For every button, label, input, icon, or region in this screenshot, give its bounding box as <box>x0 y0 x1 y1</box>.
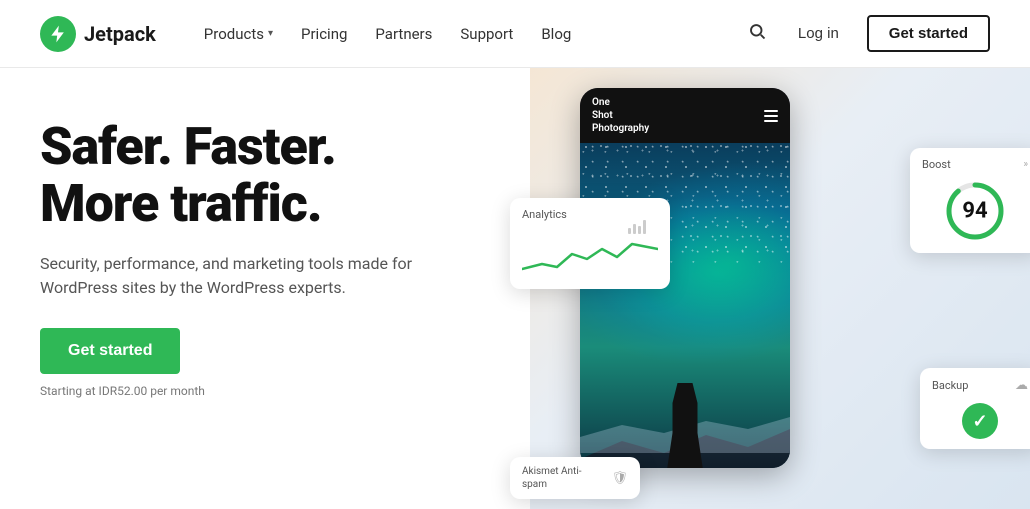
logo-icon <box>40 16 76 52</box>
get-started-nav-button[interactable]: Get started <box>867 15 990 52</box>
login-button[interactable]: Log in <box>786 17 851 50</box>
boost-title: Boost <box>922 158 951 171</box>
hero-right: One Shot Photography <box>520 68 1030 509</box>
search-button[interactable] <box>744 18 770 49</box>
analytics-sparkline <box>522 229 658 279</box>
chevron-down-icon: ▾ <box>268 28 273 39</box>
hero-left: Safer. Faster. More traffic. Security, p… <box>0 68 520 509</box>
hero-heading: Safer. Faster. More traffic. <box>40 118 480 232</box>
phone-top-bar: One Shot Photography <box>580 88 790 143</box>
search-icon <box>748 22 766 40</box>
nav-links: Products ▾ Pricing Partners Support Blog <box>192 17 744 51</box>
akismet-card: Akismet Anti- spam 🛡 <box>510 457 640 499</box>
backup-title: Backup <box>932 379 968 392</box>
nav-right: Log in Get started <box>744 15 990 52</box>
nav-partners[interactable]: Partners <box>363 17 444 51</box>
bar-chart-icon <box>628 218 646 234</box>
nav-products[interactable]: Products ▾ <box>192 17 285 51</box>
phone-menu-icon <box>764 110 778 122</box>
shield-icon: 🛡 <box>611 471 628 486</box>
boost-card: Boost » 94 <box>910 148 1030 253</box>
nav-pricing[interactable]: Pricing <box>289 17 359 51</box>
cloud-icon: ☁ <box>1015 378 1028 393</box>
logo[interactable]: Jetpack <box>40 16 156 52</box>
navigation: Jetpack Products ▾ Pricing Partners Supp… <box>0 0 1030 68</box>
boost-score: 94 <box>962 199 987 224</box>
phone-site-name: One Shot Photography <box>592 96 649 135</box>
get-started-hero-button[interactable]: Get started <box>40 328 180 374</box>
nav-support[interactable]: Support <box>448 17 525 51</box>
starting-price: Starting at IDR52.00 per month <box>40 384 480 398</box>
backup-card: Backup ☁ ✓ <box>920 368 1030 449</box>
nav-blog[interactable]: Blog <box>529 17 583 51</box>
hero-subtext: Security, performance, and marketing too… <box>40 252 440 300</box>
jetpack-bolt-icon <box>48 24 68 44</box>
logo-text: Jetpack <box>84 22 156 46</box>
analytics-card: Analytics <box>510 198 670 289</box>
phone-image <box>580 143 790 468</box>
backup-success-icon: ✓ <box>962 403 998 439</box>
hero-section: Safer. Faster. More traffic. Security, p… <box>0 68 1030 509</box>
boost-score-circle: 94 <box>943 179 1007 243</box>
akismet-title: Akismet Anti- spam <box>522 465 582 491</box>
boost-chevrons-icon: » <box>1023 159 1028 170</box>
